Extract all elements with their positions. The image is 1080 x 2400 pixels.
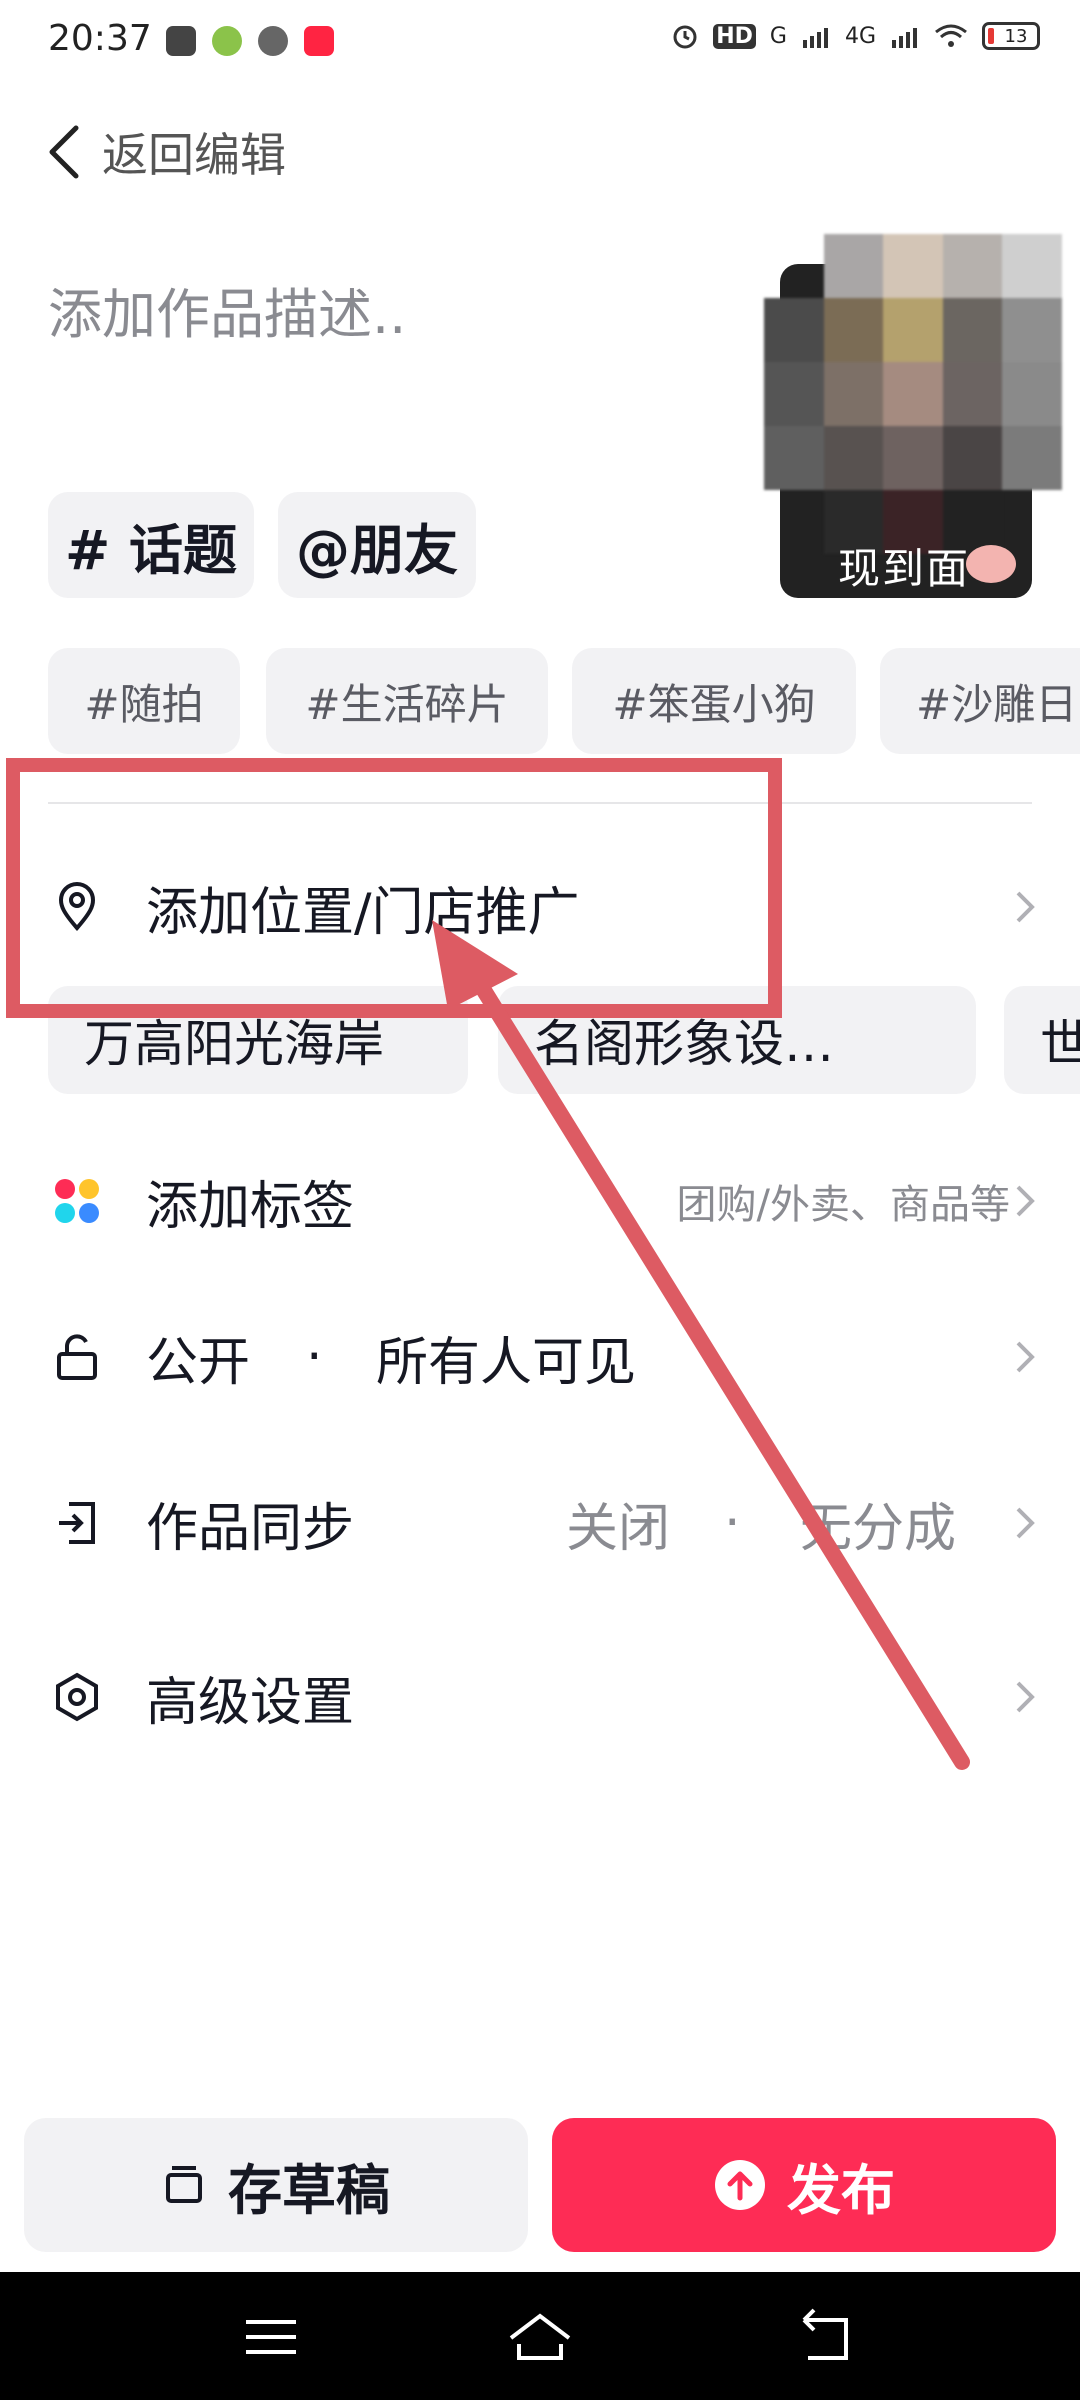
- privacy-row[interactable]: 公开 · 所有人可见: [0, 1302, 1080, 1412]
- advanced-settings-row[interactable]: 高级设置: [0, 1642, 1080, 1752]
- privacy-label: 公开: [146, 1332, 251, 1393]
- wifi-icon: [935, 24, 967, 47]
- pig-sticker-icon: [966, 545, 1016, 583]
- tag-dots-icon: [52, 1176, 102, 1226]
- publish-label: 发布: [787, 2158, 895, 2222]
- add-tag-label: 添加标签: [146, 1176, 355, 1237]
- privacy-separator: ·: [306, 1327, 323, 1387]
- chevron-right-icon: [1016, 1507, 1035, 1539]
- hashtag-chip[interactable]: #生活碎片: [266, 648, 548, 754]
- chevron-right-icon: [1016, 1341, 1035, 1373]
- menu-icon[interactable]: [236, 2302, 306, 2372]
- topic-chip[interactable]: # 话题: [48, 492, 254, 598]
- save-draft-button[interactable]: 存草稿: [24, 2118, 528, 2252]
- privacy-value: 所有人可见: [376, 1332, 637, 1393]
- settings-hex-icon: [52, 1672, 102, 1722]
- sync-row[interactable]: 作品同步 关闭 · 无分成: [0, 1468, 1080, 1578]
- app-notification-icon: [212, 26, 242, 56]
- sync-separator: ·: [724, 1493, 741, 1553]
- hashtag-chip[interactable]: #笨蛋小狗: [572, 648, 856, 754]
- sync-label: 作品同步: [146, 1498, 355, 1559]
- sync-icon: [52, 1498, 102, 1548]
- advanced-settings-label: 高级设置: [146, 1672, 355, 1733]
- publish-button[interactable]: 发布: [552, 2118, 1056, 2252]
- sync-value-1: 关闭: [566, 1498, 671, 1559]
- back-label: 返回编辑: [102, 128, 286, 182]
- lock-icon: [52, 1332, 102, 1382]
- signal-g-label: G: [769, 23, 787, 49]
- description-input[interactable]: 添加作品描述..: [48, 270, 406, 349]
- chevron-right-icon: [1016, 1185, 1035, 1217]
- mention-friend-chip[interactable]: @朋友: [278, 492, 476, 598]
- status-indicators: HD G 4G 13: [671, 22, 1040, 50]
- back-icon[interactable]: [790, 2302, 860, 2372]
- hashtag-chip[interactable]: #沙雕日: [880, 648, 1080, 754]
- back-to-edit-button[interactable]: 返回编辑: [46, 112, 286, 192]
- chevron-right-icon: [1016, 891, 1035, 923]
- system-navigation-bar: [0, 2272, 1080, 2400]
- cat-notification-icon: [258, 26, 288, 56]
- save-draft-label: 存草稿: [228, 2158, 390, 2222]
- highlight-box: [6, 758, 782, 1018]
- sync-value-2: 无分成: [800, 1498, 957, 1559]
- thumbnail-mosaic: [764, 234, 1062, 554]
- location-suggestion-chip[interactable]: 世: [1004, 986, 1080, 1094]
- status-bar: 20:37 HD G 4G 13: [0, 0, 1080, 80]
- add-tag-row[interactable]: 添加标签 团购/外卖、商品等: [0, 1146, 1080, 1256]
- signal-bars-2-icon: [892, 28, 917, 48]
- upload-icon: [715, 2160, 765, 2210]
- battery-level: 13: [1004, 25, 1028, 47]
- add-tag-hint: 团购/外卖、商品等: [676, 1182, 1010, 1228]
- alarm-icon: [673, 25, 697, 49]
- draft-icon: [166, 2166, 202, 2203]
- battery-icon: 13: [982, 22, 1040, 50]
- signal-4g-label: 4G: [844, 23, 876, 49]
- home-icon[interactable]: [505, 2302, 575, 2372]
- hd-badge: HD: [713, 23, 756, 49]
- signal-bars-icon: [802, 28, 828, 48]
- status-time: 20:37: [48, 18, 152, 59]
- chevron-right-icon: [1016, 1681, 1035, 1713]
- redbook-notification-icon: [304, 26, 334, 56]
- hashtag-chip[interactable]: #随拍: [48, 648, 240, 754]
- message-notification-icon: [166, 26, 196, 56]
- thumbnail-caption: 现到面: [838, 544, 971, 593]
- back-arrow-icon: [49, 125, 79, 179]
